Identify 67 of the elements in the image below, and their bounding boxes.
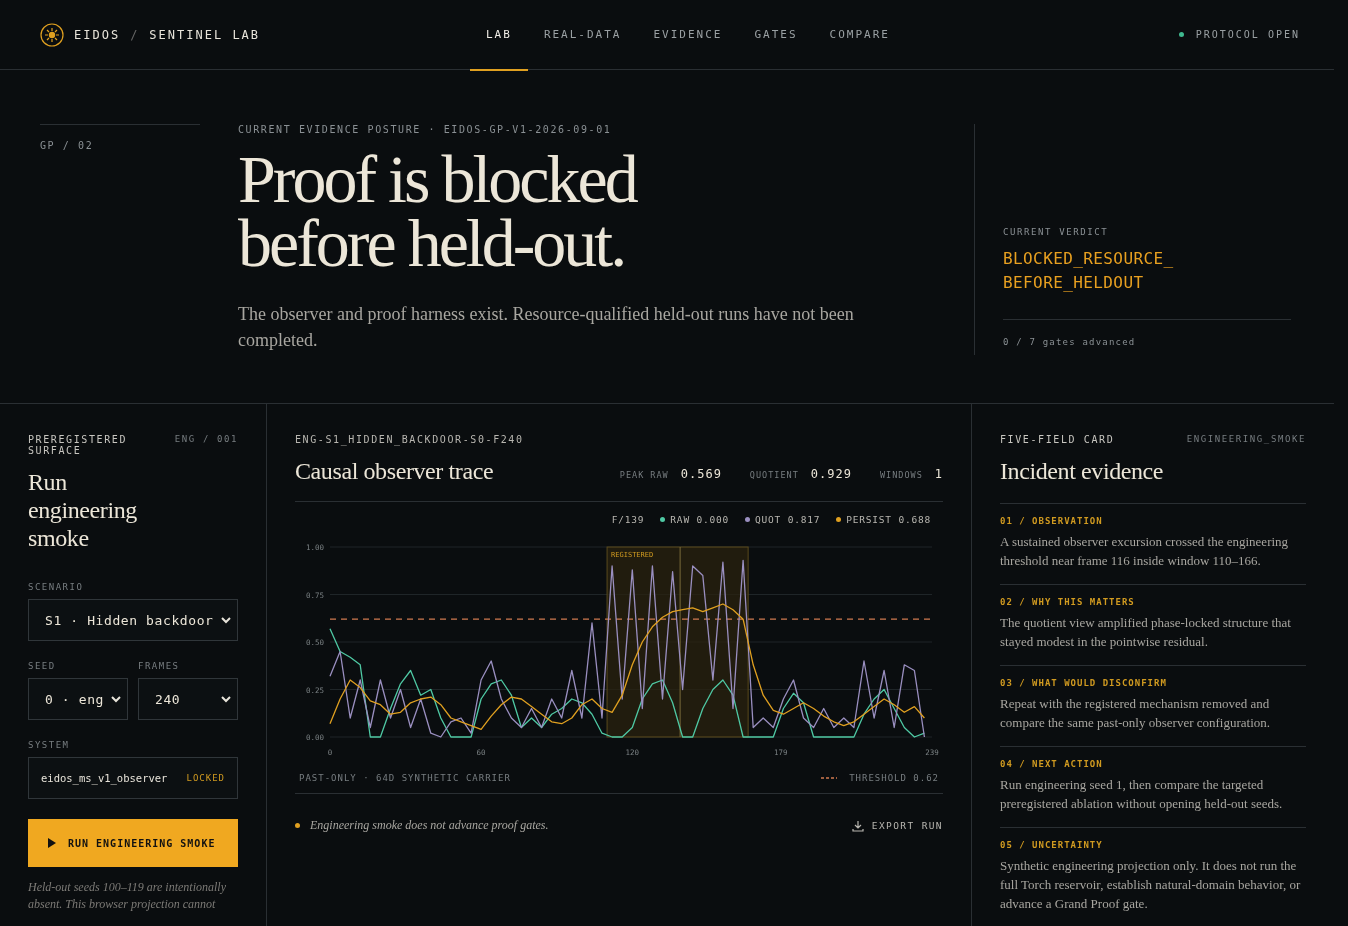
export-button[interactable]: EXPORT RUN	[851, 819, 943, 832]
select-field[interactable]: 240	[138, 678, 238, 720]
stat-value: 0.569	[680, 467, 722, 481]
note-text: Held-out seeds 100–119 are intentionally absent. This browser projection cannot	[28, 879, 227, 913]
download-icon	[851, 819, 864, 832]
stat-label: WINDOWS	[879, 470, 923, 480]
sun-logo-icon	[40, 22, 64, 47]
evidence-heading: 01 / OBSERVATION	[1000, 516, 1104, 526]
note-text: Engineering smoke does not advance proof gates.	[310, 818, 549, 833]
legend-readout: RAW 0.000	[670, 514, 730, 525]
evidence-heading: 04 / NEXT ACTION	[1000, 759, 1104, 769]
lede-paragraph: The observer and proof harness exist. Resource-qualified held-out runs have not been completed.	[238, 303, 855, 352]
brand-name: EIDOS	[74, 27, 121, 42]
panel-title: Incident evidence	[1000, 457, 1165, 485]
locked-tag: LOCKED	[186, 773, 225, 783]
verdict-code: BLOCKED_RESOURCE_BEFORE_HELDOUT	[1003, 248, 1175, 294]
evidence-text: A sustained observer excursion crossed the engineering threshold near frame 116 inside window 110–166.	[1000, 533, 1290, 570]
gates-count: 0 / 7 gates advanced	[1003, 337, 1136, 347]
brand-separator: /	[130, 27, 140, 42]
legend-readout: PERSIST 0.688	[846, 514, 931, 525]
select-field[interactable]: S1 · Hidden backdoor	[28, 599, 238, 641]
verdict-label: CURRENT VERDICT	[1003, 227, 1110, 237]
card-tag: ENGINEERING_SMOKE	[1186, 434, 1306, 444]
status-label: PROTOCOL OPEN	[1195, 29, 1300, 40]
chevron-down-icon	[111, 695, 121, 703]
evidence-heading: 05 / UNCERTAINTY	[1000, 840, 1104, 850]
eyebrow-label: FIVE-FIELD CARD	[1000, 434, 1115, 445]
field-label: SCENARIO	[28, 582, 85, 592]
eyebrow-label: CURRENT EVIDENCE POSTURE · EIDOS-GP-V1-2026-09-01	[238, 124, 613, 135]
nav-tab[interactable]: EVIDENCE	[637, 0, 739, 70]
frame-readout: F/139	[611, 514, 645, 525]
stat-label: QUOTIENT	[749, 470, 799, 480]
evidence-text: The quotient view amplified phase-locked structure that stayed modest in the pointwise residual.	[1000, 614, 1292, 651]
field-label: SEED	[28, 661, 57, 671]
field-label: SYSTEM	[28, 740, 71, 750]
evidence-text: Repeat with the registered mechanism removed and compare the same past-only observer configuration.	[1000, 695, 1272, 732]
eyebrow-label: PREREGISTERED SURFACE	[28, 434, 129, 456]
chevron-down-icon	[221, 695, 231, 703]
stat-label: PEAK RAW	[619, 470, 669, 480]
field-label: FRAMES	[138, 661, 181, 671]
stat-value: 1	[934, 467, 943, 481]
threshold-label: THRESHOLD 0.62	[849, 773, 939, 783]
note-dot	[295, 823, 300, 828]
section-number: GP / 02	[40, 140, 94, 151]
nav-tab[interactable]: COMPARE	[813, 0, 906, 70]
chevron-down-icon	[221, 616, 231, 624]
headline: Proof is blocked before held-out.	[238, 147, 638, 275]
product-name: SENTINEL LAB	[149, 27, 261, 42]
evidence-heading: 02 / WHY THIS MATTERS	[1000, 597, 1136, 607]
select-field[interactable]: 0 · eng	[28, 678, 128, 720]
panel-title: Causal observer trace	[295, 457, 494, 485]
nav-tab[interactable]: GATES	[738, 0, 814, 70]
system-field: eidos_ms_v1_observer LOCKED	[28, 757, 238, 799]
panel-title: Run engineering smoke	[28, 468, 138, 552]
panel-code: ENG / 001	[174, 434, 238, 444]
nav-tab[interactable]: REAL-DATA	[527, 0, 638, 70]
legend-readout: QUOT 0.817	[755, 514, 821, 525]
run-id: ENG-S1_HIDDEN_BACKDOOR-S0-F240	[295, 434, 525, 445]
run-button[interactable]: RUN ENGINEERING SMOKE	[28, 819, 238, 867]
nav-tab[interactable]: LAB	[470, 0, 528, 70]
stat-value: 0.929	[810, 467, 852, 481]
evidence-text: Run engineering seed 1, then compare the targeted preregistered ablation without opening held-out seeds.	[1000, 776, 1284, 813]
evidence-text: Synthetic engineering projection only. It does not run the full Torch reservoir, establish natural-domain behavior, or advance a Grand Proof gate.	[1000, 857, 1302, 913]
evidence-heading: 03 / WHAT WOULD DISCONFIRM	[1000, 678, 1168, 688]
dashed-line-icon	[821, 777, 838, 779]
carrier-note: PAST-ONLY · 64D SYNTHETIC CARRIER	[299, 773, 511, 783]
play-icon	[48, 838, 56, 848]
